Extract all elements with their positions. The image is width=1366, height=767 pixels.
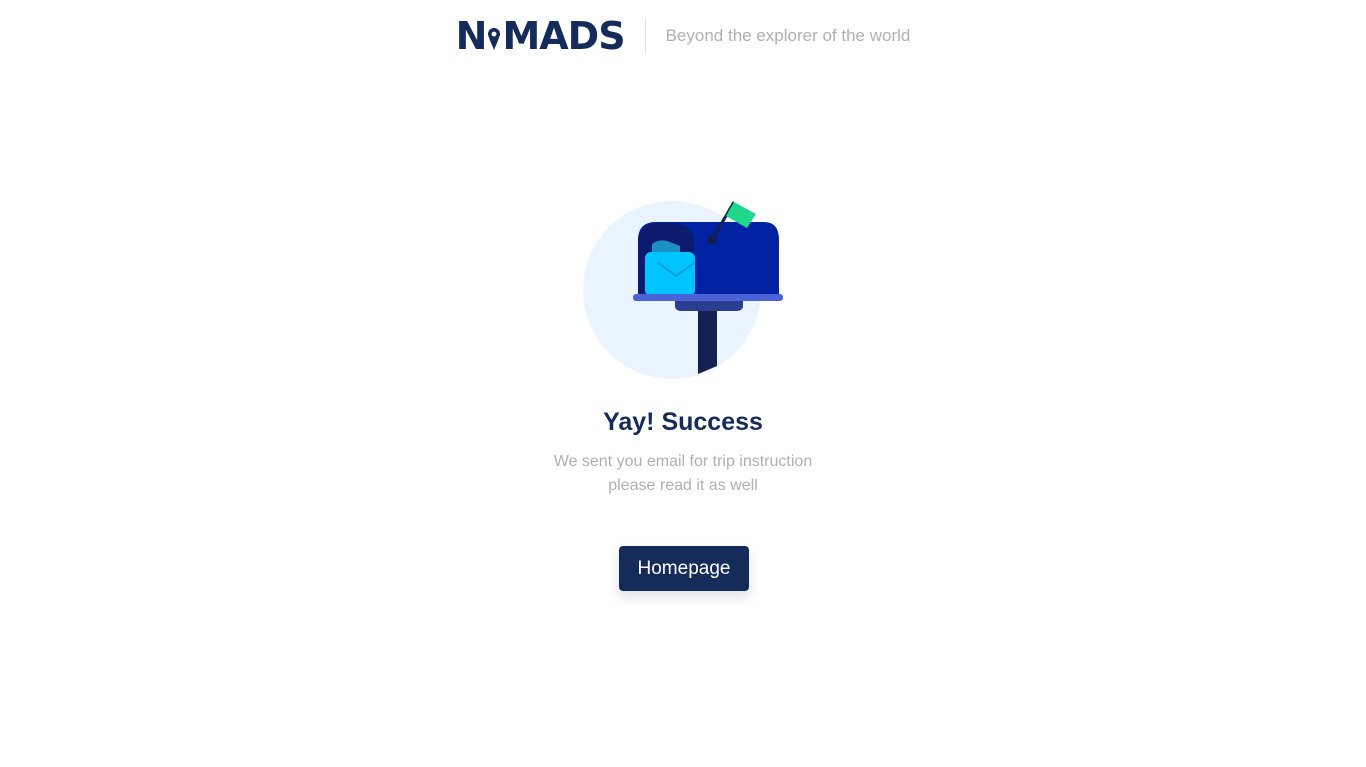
nomads-logo[interactable]: N MADS <box>455 14 626 58</box>
header-divider <box>644 18 646 54</box>
success-message-line-2: please read it as well <box>608 477 758 494</box>
success-title: Yay! Success <box>603 408 763 436</box>
logo-pin-icon <box>487 21 501 51</box>
success-message-line-1: We sent you email for trip instruction <box>553 453 813 470</box>
homepage-button[interactable]: Homepage <box>619 546 749 591</box>
success-page: N MADS Beyond the explorer of the world <box>0 0 1366 767</box>
logo-text-left: N <box>455 14 488 58</box>
header: N MADS Beyond the explorer of the world <box>0 16 1366 56</box>
mailbox-illustration <box>580 196 790 382</box>
success-message: We sent you email for trip instruction p… <box>0 450 1366 498</box>
logo-text-right: MADS <box>502 14 625 58</box>
tagline: Beyond the explorer of the world <box>665 26 911 45</box>
mailbox-icon <box>583 201 783 379</box>
